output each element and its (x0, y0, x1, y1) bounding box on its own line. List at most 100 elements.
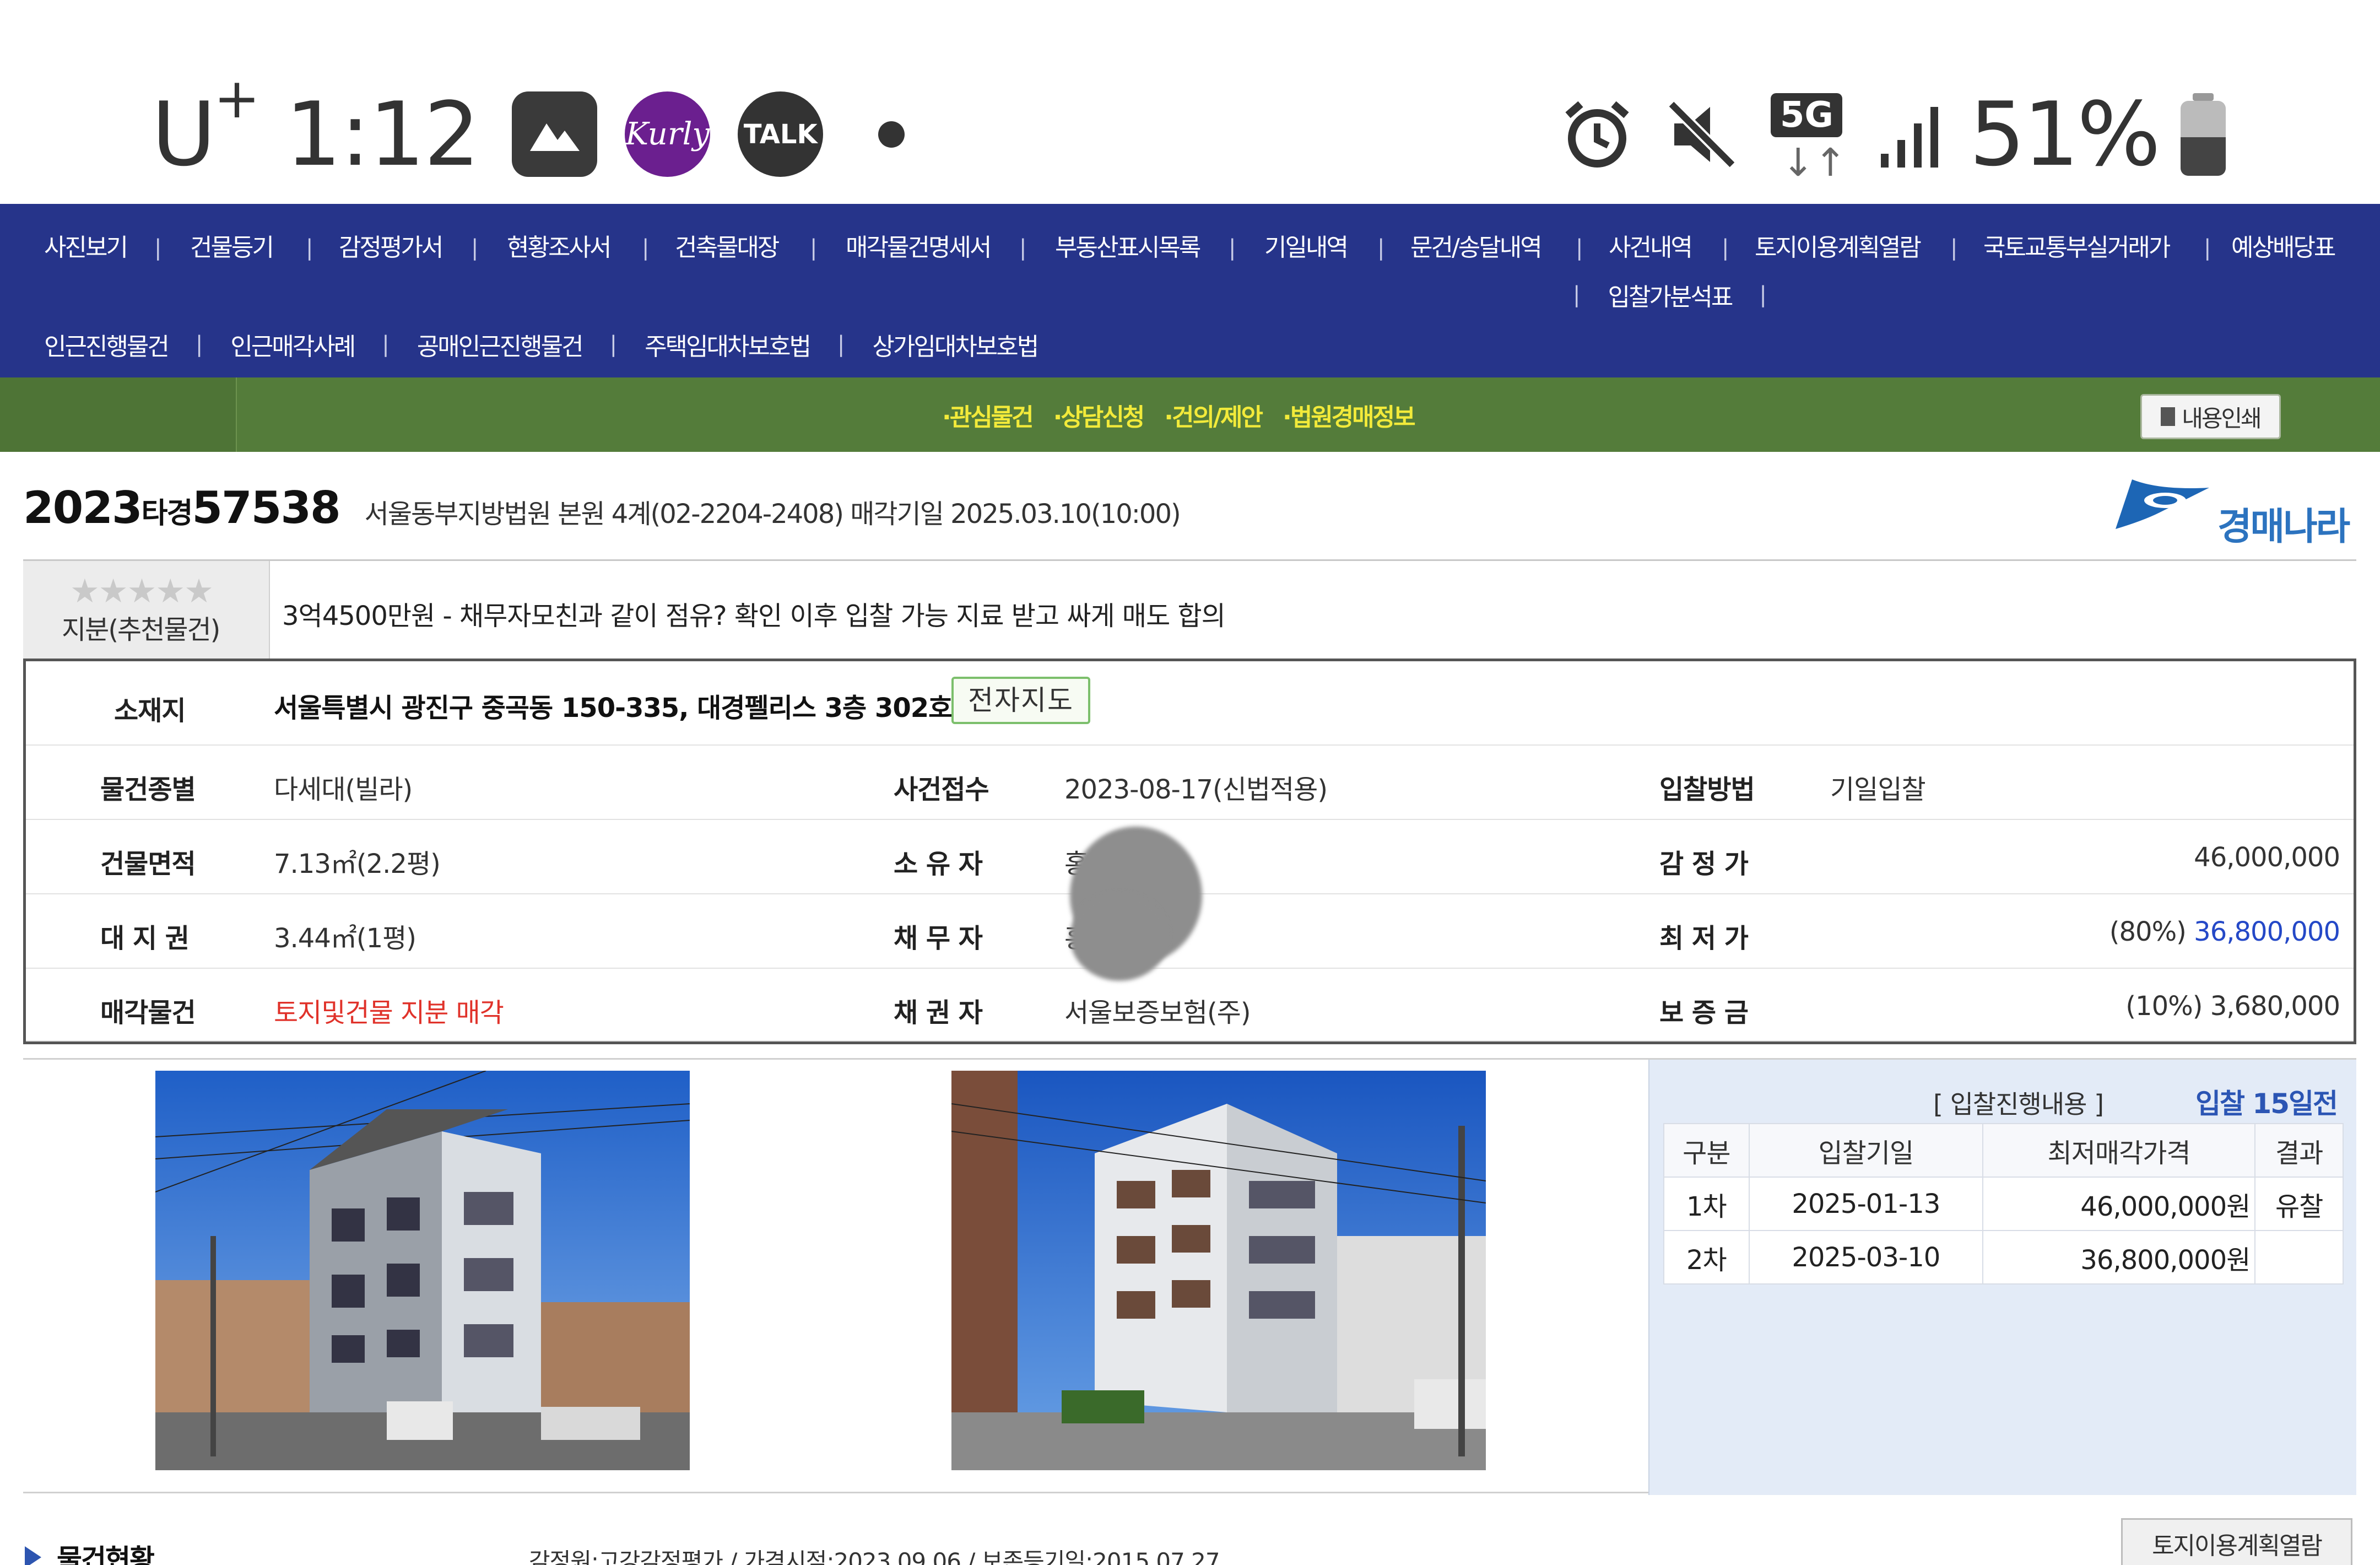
menu-separator: | (1229, 235, 1236, 261)
field-label: 소 유 자 (894, 849, 983, 879)
site-logo: 경매나라 (2110, 474, 2352, 549)
redacted-debtor (1070, 893, 1169, 981)
court-auction-info-link[interactable]: ·법원경매정보 (1283, 397, 1416, 433)
menu-row-1: 사진보기 건물등기 감정평가서 현황조사서 건축물대장 매각물건명세서 부동산표시목록 기일내… (44, 226, 2347, 270)
field-value: (10%) 3,680,000 (2125, 991, 2340, 1022)
mute-icon (1668, 100, 1737, 169)
field-value: 기일입찰 (1830, 774, 1926, 805)
menu-separator: | (642, 235, 650, 261)
menu-separator: | (1759, 282, 1767, 307)
menu-item[interactable]: 현황조사서 (507, 226, 612, 270)
field-value: 46,000,000 (2194, 842, 2340, 873)
quick-link-bar: ·관심물건 ·상담신청 ·건의/제안 ·법원경매정보 내용인쇄 (0, 377, 2380, 452)
table-cell: 유찰 (2254, 1177, 2344, 1231)
menu-item[interactable]: 건물등기 (190, 226, 274, 270)
menu-item[interactable]: 인근매각사례 (230, 327, 356, 362)
table-row: 2차 2025-03-10 36,800,000원 (1663, 1230, 2344, 1285)
battery-icon (2181, 93, 2226, 176)
bid-schedule-table: 구분 입찰기일 최저매각가격 결과 1차 2025-01-13 46,000,000… (1663, 1123, 2344, 1285)
field-label: 매각물건 (100, 997, 196, 1028)
status-bar-left: U+ 1:12 Kurly TALK (152, 66, 905, 186)
table-cell: 1차 (1663, 1177, 1750, 1231)
field-label: 입찰방법 (1659, 774, 1755, 805)
menu-item[interactable]: 토지이용계획열람 (1755, 226, 1922, 270)
kurly-app-icon: Kurly (625, 91, 711, 177)
menu-row-1b: | 입찰가분석표 | (1573, 273, 1794, 317)
location-row: 소재지 서울특별시 광진구 중곡동 150-335, 대경펠리스 3층 302호… (26, 661, 2354, 746)
signal-icon (1881, 106, 1939, 168)
logo-text: 경매나라 (2217, 505, 2350, 549)
photo-and-bid-section: [ 입찰진행내용 ] 입찰 15일전 구분 입찰기일 최저매각가격 결과 1차 2… (23, 1058, 2356, 1495)
days-until-bid: 입찰 15일전 (2195, 1088, 2338, 1120)
menu-separator: | (1573, 282, 1581, 307)
menu-item[interactable]: 감정평가서 (339, 226, 443, 270)
property-info-table: 소재지 서울특별시 광진구 중곡동 150-335, 대경펠리스 3층 302호… (23, 659, 2356, 1044)
bid-progress-panel: [ 입찰진행내용 ] 입찰 15일전 구분 입찰기일 최저매각가격 결과 1차 2… (1648, 1060, 2356, 1495)
mountain-app-icon (512, 91, 598, 177)
field-label: 사건접수 (894, 774, 989, 805)
recommendation-badge: ★★★★★ 지분(추천물건) (23, 561, 270, 660)
menu-separator: | (306, 235, 313, 261)
menu-item[interactable]: 국토교통부실거래가 (1983, 226, 2171, 270)
menu-item[interactable]: 매각물건명세서 (846, 226, 992, 270)
favorite-item-link[interactable]: ·관심물건 (942, 397, 1034, 433)
menu-item[interactable]: 주택임대차보호법 (645, 327, 812, 362)
menu-item[interactable]: 부동산표시목록 (1055, 226, 1201, 270)
building-photo-1[interactable] (155, 1071, 690, 1470)
electronic-map-button[interactable]: 전자지도 (951, 677, 1090, 724)
recommendation-label: 지분(추천물건) (62, 614, 220, 645)
menu-item[interactable]: 사진보기 (44, 226, 128, 270)
battery-percent: 51% (1969, 83, 2161, 186)
menu-separator: | (609, 332, 618, 357)
menu-separator: | (2204, 235, 2211, 261)
table-cell (2254, 1230, 2344, 1285)
menu-separator: | (471, 235, 479, 261)
consult-request-link[interactable]: ·상담신청 (1053, 397, 1145, 433)
table-cell: 2025-03-10 (1748, 1230, 1983, 1285)
menu-item[interactable]: 문건/송달내역 (1410, 226, 1543, 270)
suggestion-link[interactable]: ·건의/제안 (1164, 397, 1263, 433)
menu-item-bid-analysis[interactable]: 입찰가분석표 (1608, 277, 1733, 312)
menu-item[interactable]: 인근진행물건 (44, 327, 170, 362)
carrier-label: U+ (152, 66, 260, 186)
kakaotalk-icon: TALK (738, 91, 824, 177)
print-button[interactable]: 내용인쇄 (2140, 394, 2281, 439)
alarm-icon (1565, 101, 1629, 168)
clock: 1:12 (285, 83, 480, 186)
menu-separator: | (1576, 235, 1583, 261)
table-cell: 46,000,000원 (1982, 1177, 2256, 1231)
field-value: 서울보증보험(주) (1064, 997, 1251, 1028)
menu-item[interactable]: 상가임대차보호법 (872, 327, 1039, 362)
field-label: 건물면적 (100, 849, 196, 879)
menu-item[interactable]: 예상배당표 (2231, 226, 2336, 270)
column-header: 입찰기일 (1748, 1123, 1983, 1178)
network-5g-icon: 5G ↓↑ (1771, 93, 1847, 185)
bid-progress-title: [ 입찰진행내용 ] (1933, 1089, 2104, 1119)
field-label: 물건종별 (100, 774, 196, 805)
column-header: 결과 (2254, 1123, 2344, 1178)
status-bar-right: 5G ↓↑ 51% (1528, 83, 2226, 186)
print-icon (2161, 407, 2176, 426)
menu-item[interactable]: 건축물대장 (675, 226, 780, 270)
quick-links: ·관심물건 ·상담신청 ·건의/제안 ·법원경매정보 (942, 377, 1435, 452)
land-use-plan-button[interactable]: 토지이용계획열람 (2121, 1518, 2352, 1565)
field-value: 3.44㎡(1평) (274, 923, 416, 954)
menu-bar: 사진보기 건물등기 감정평가서 현황조사서 건축물대장 매각물건명세서 부동산표시목록 기일내… (0, 204, 2380, 377)
building-photo-2[interactable] (951, 1071, 1486, 1470)
menu-item[interactable]: 공매인근진행물건 (417, 327, 584, 362)
location-value: 서울특별시 광진구 중곡동 150-335, 대경펠리스 3층 302호 (274, 693, 953, 724)
field-value: 2023-08-17(신법적용) (1064, 774, 1328, 805)
menu-separator: | (1377, 235, 1385, 261)
menu-item[interactable]: 사건내역 (1609, 226, 1693, 270)
info-row: 물건종별 다세대(빌라) 사건접수 2023-08-17(신법적용) 입찰방법 기일입찰 (26, 746, 2354, 820)
court-info: 서울동부지방법원 본원 4계(02-2204-2408) 매각기일 2025.0… (364, 499, 1181, 530)
section-arrow-icon (25, 1546, 41, 1565)
menu-separator: | (1950, 235, 1958, 261)
print-button-label: 내용인쇄 (2182, 404, 2262, 432)
menu-separator: | (195, 332, 203, 357)
menu-separator: | (1019, 235, 1027, 261)
menu-item[interactable]: 기일내역 (1264, 226, 1349, 270)
field-value: 7.13㎡(2.2평) (274, 849, 441, 879)
property-status-section-title: 물건현황 (25, 1537, 155, 1565)
menu-separator: | (1722, 235, 1729, 261)
